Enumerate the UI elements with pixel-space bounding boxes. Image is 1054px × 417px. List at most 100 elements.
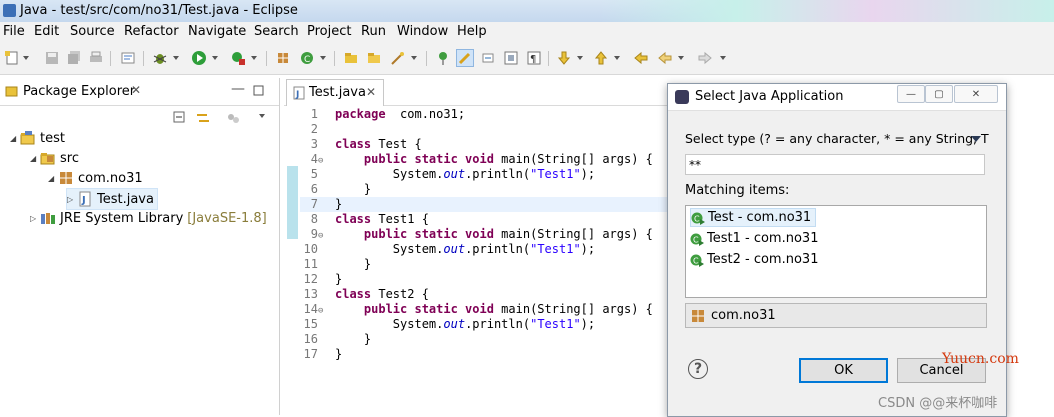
tree-item-jre[interactable]: ▷ JRE System Library [JavaSE-1.8] [30, 208, 267, 228]
previous-edit-icon[interactable] [593, 50, 609, 66]
code-text: class Test2 { [335, 287, 429, 301]
menu-project[interactable]: Project [307, 24, 351, 39]
tree-item-package[interactable]: ◢ com.no31 [48, 168, 143, 188]
run-icon[interactable] [191, 50, 207, 66]
new-icon[interactable] [4, 50, 20, 66]
save-icon[interactable] [44, 50, 60, 66]
new-class-dropdown-icon[interactable] [320, 56, 326, 60]
code-line[interactable]: 13 class Test2 { [300, 287, 670, 302]
expanded-arrow-icon[interactable]: ◢ [48, 174, 58, 183]
new-java-class-icon[interactable]: C [299, 50, 315, 66]
collapsed-arrow-icon[interactable]: ▷ [67, 195, 77, 204]
back-dropdown-icon[interactable] [678, 56, 684, 60]
print-icon[interactable] [88, 50, 104, 66]
filter-icon[interactable] [226, 111, 240, 125]
link-with-editor-icon[interactable] [195, 111, 211, 125]
code-line[interactable]: 8 class Test1 { [300, 212, 670, 227]
toggle-breadcrumb-icon[interactable] [120, 50, 136, 66]
tree-item-project[interactable]: ◢ test [10, 128, 65, 148]
code-line[interactable]: 12} [300, 272, 670, 287]
menu-help[interactable]: Help [457, 24, 487, 39]
package-explorer-tab[interactable]: Package Explorer [23, 84, 135, 99]
code-line[interactable]: 5 System.out.println("Test1"); [300, 167, 670, 182]
maximize-view-icon[interactable] [253, 85, 264, 96]
dialog-maximize-icon[interactable]: ▢ [925, 85, 953, 103]
save-all-icon[interactable] [66, 50, 82, 66]
menu-run[interactable]: Run [361, 24, 386, 39]
matching-items-list[interactable]: C Test - com.no31 C Test1 - com.no31 C T… [685, 205, 987, 298]
code-line[interactable]: 1 package com.no31; [300, 107, 670, 122]
dialog-close-icon[interactable]: ✕ [954, 85, 998, 103]
debug-icon[interactable] [152, 50, 168, 66]
tree-item-src[interactable]: ◢ src [30, 148, 79, 168]
toolbar-separator [548, 51, 549, 66]
collapsed-arrow-icon[interactable]: ▷ [30, 214, 40, 223]
menu-window[interactable]: Window [397, 24, 448, 39]
editor-tab-test-java[interactable]: J Test.java ✕ [286, 79, 384, 106]
next-edit-dropdown-icon[interactable] [577, 56, 583, 60]
tree-item-test-java[interactable]: ▷ J Test.java [66, 188, 158, 210]
code-line[interactable]: 17} [300, 347, 670, 362]
new-java-package-icon[interactable] [275, 50, 291, 66]
code-line[interactable]: 15 System.out.println("Test1"); [300, 317, 670, 332]
previous-edit-dropdown-icon[interactable] [614, 56, 620, 60]
code-token: } [335, 272, 343, 286]
menu-source[interactable]: Source [70, 24, 115, 39]
toggle-block-icon[interactable] [480, 50, 496, 66]
code-line[interactable]: 4⊖ public static void main(String[] args… [300, 152, 670, 167]
back-icon[interactable] [657, 50, 673, 66]
menu-navigate[interactable]: Navigate [188, 24, 246, 39]
code-line[interactable]: 10 System.out.println("Test1"); [300, 242, 670, 257]
open-folder-icon[interactable] [366, 50, 382, 66]
ok-button[interactable]: OK [799, 358, 888, 383]
search-dropdown-icon[interactable] [411, 56, 417, 60]
list-item[interactable]: C Test - com.no31 [690, 208, 817, 227]
code-line[interactable]: 11 } [300, 257, 670, 272]
close-tab-icon[interactable]: ✕ [366, 85, 376, 99]
new-dropdown-icon[interactable] [23, 56, 29, 60]
code-line[interactable]: 6 } [300, 182, 670, 197]
svg-text:C: C [694, 214, 700, 223]
collapse-all-icon[interactable] [173, 111, 187, 125]
code-line[interactable]: 14⊖ public static void main(String[] arg… [300, 302, 670, 317]
code-line[interactable]: 7} [300, 197, 670, 212]
select-type-menu-icon[interactable] [971, 136, 981, 143]
menu-search[interactable]: Search [254, 24, 299, 39]
code-line[interactable]: 9⊖ public static void main(String[] args… [300, 227, 670, 242]
help-icon[interactable]: ? [688, 359, 708, 379]
run-dropdown-icon[interactable] [212, 56, 218, 60]
dialog-minimize-icon[interactable]: — [897, 85, 925, 103]
forward-icon[interactable] [697, 50, 713, 66]
pilcrow-icon[interactable]: ¶ [526, 50, 542, 66]
type-filter-input[interactable]: ** [685, 154, 985, 175]
minimize-view-icon[interactable]: — [231, 81, 245, 97]
expanded-arrow-icon[interactable]: ◢ [30, 154, 40, 163]
list-item[interactable]: C Test1 - com.no31 [690, 229, 822, 248]
open-type-icon[interactable] [343, 50, 359, 66]
code-line[interactable]: 2 [300, 122, 670, 137]
code-token: } [335, 347, 343, 361]
code-line[interactable]: 16 } [300, 332, 670, 347]
view-menu-icon[interactable] [259, 114, 265, 118]
forward-dropdown-icon[interactable] [720, 56, 726, 60]
external-tools-dropdown-icon[interactable] [251, 56, 257, 60]
code-text: System.out.println("Test1"); [335, 317, 595, 331]
expanded-arrow-icon[interactable]: ◢ [10, 134, 20, 143]
search-wand-icon[interactable] [390, 50, 406, 66]
menu-file[interactable]: File [3, 24, 25, 39]
last-edit-location-icon[interactable] [633, 50, 649, 66]
code-line[interactable]: 3 class Test { [300, 137, 670, 152]
package-explorer-header: Package Explorer ✕ — [0, 78, 279, 106]
menu-edit[interactable]: Edit [34, 24, 59, 39]
menu-refactor[interactable]: Refactor [124, 24, 179, 39]
mark-occurrences-icon[interactable] [456, 49, 474, 67]
external-tools-icon[interactable] [230, 50, 246, 66]
code-token: ); [580, 242, 596, 256]
list-item[interactable]: C Test2 - com.no31 [690, 250, 822, 269]
close-view-icon[interactable]: ✕ [131, 83, 141, 97]
debug-dropdown-icon[interactable] [173, 56, 179, 60]
list-item-label: Test - com.no31 [708, 210, 812, 225]
next-annotation-icon[interactable] [435, 50, 451, 66]
show-whitespace-icon[interactable] [503, 50, 519, 66]
next-edit-icon[interactable] [556, 50, 572, 66]
